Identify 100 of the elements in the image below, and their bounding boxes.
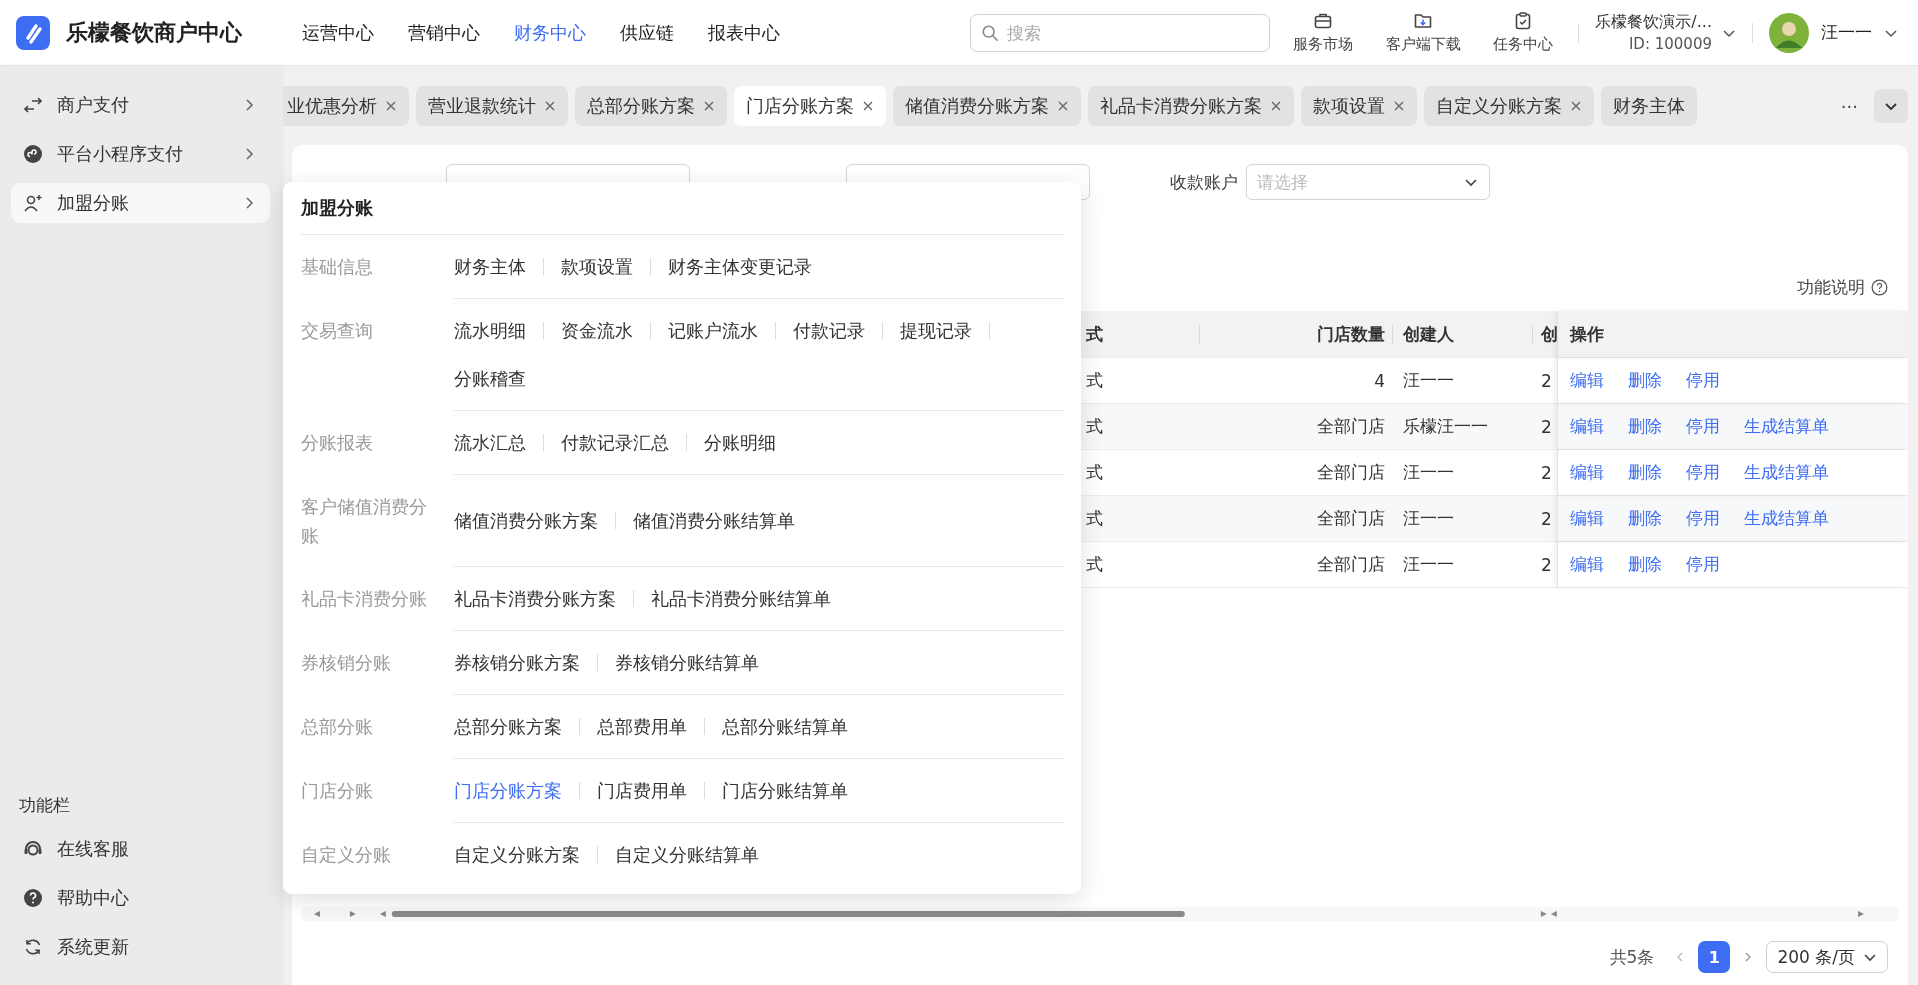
sidebar-item[interactable]: 平台小程序支付 [11, 134, 270, 174]
search-icon [981, 23, 1000, 42]
menu-link[interactable]: 分账明细 [704, 428, 776, 457]
menu-link[interactable]: 付款记录汇总 [561, 428, 669, 457]
nav-item[interactable]: 报表中心 [708, 20, 780, 45]
action-link[interactable]: 停用 [1686, 507, 1720, 530]
table-cell: 汪一一 [1403, 369, 1454, 392]
more-tabs-button[interactable]: ··· [1840, 95, 1858, 117]
menu-link[interactable]: 财务主体 [454, 252, 526, 281]
close-icon[interactable] [1057, 100, 1069, 112]
nav-item[interactable]: 供应链 [620, 20, 674, 45]
action-link[interactable]: 编辑 [1570, 461, 1604, 484]
menu-link[interactable]: 财务主体变更记录 [668, 252, 812, 281]
menu-link[interactable]: 券核销分账结算单 [615, 648, 759, 677]
table-cell: 汪一一 [1403, 553, 1454, 576]
action-link[interactable]: 编辑 [1570, 507, 1604, 530]
menu-group-label: 客户储值消费分账 [301, 495, 428, 548]
menu-link[interactable]: 券核销分账方案 [454, 648, 580, 677]
menu-link[interactable]: 总部费用单 [597, 712, 687, 741]
action-link[interactable]: 删除 [1628, 553, 1662, 576]
tab[interactable]: 款项设置 [1301, 86, 1417, 126]
action-link[interactable]: 删除 [1628, 461, 1662, 484]
menu-link[interactable]: 款项设置 [561, 252, 633, 281]
tab[interactable]: 门店分账方案 [734, 86, 886, 126]
menu-link[interactable]: 总部分账方案 [454, 712, 562, 741]
tool-button[interactable]: 客户端下载 [1384, 11, 1463, 54]
action-link[interactable]: 删除 [1628, 507, 1662, 530]
menu-link[interactable]: 储值消费分账方案 [454, 506, 598, 535]
menu-link[interactable]: 门店分账结算单 [722, 776, 848, 805]
action-link[interactable]: 停用 [1686, 461, 1720, 484]
tab[interactable]: 礼品卡消费分账方案 [1088, 86, 1294, 126]
close-icon[interactable] [544, 100, 556, 112]
action-link[interactable]: 删除 [1628, 415, 1662, 438]
menu-link[interactable]: 流水明细 [454, 316, 526, 345]
table-cell: 全部门店 [1317, 553, 1385, 576]
action-link[interactable]: 停用 [1686, 415, 1720, 438]
menu-link[interactable]: 礼品卡消费分账结算单 [651, 584, 831, 613]
tab[interactable]: 业优惠分析 [283, 86, 409, 126]
page-size-select[interactable]: 200 条/页 [1766, 941, 1888, 973]
sidebar-item[interactable]: 帮助中心 [11, 878, 270, 918]
account-switcher[interactable]: 乐檬餐饮演示/... ID: 100009 [1595, 10, 1736, 55]
menu-link[interactable]: 门店分账方案 [454, 776, 562, 805]
tab[interactable]: 总部分账方案 [575, 86, 727, 126]
menu-link[interactable]: 流水汇总 [454, 428, 526, 457]
action-link[interactable]: 停用 [1686, 369, 1720, 392]
menu-link[interactable]: 自定义分账结算单 [615, 840, 759, 869]
nav-item[interactable]: 财务中心 [514, 20, 586, 45]
table-cell: 2 [1541, 462, 1552, 483]
action-link[interactable]: 生成结算单 [1744, 415, 1829, 438]
sidebar-item[interactable]: 在线客服 [11, 829, 270, 869]
sidebar-item[interactable]: 商户支付 [11, 85, 270, 125]
filter-label: 收款账户 [1170, 171, 1238, 192]
table-cell: 汪一一 [1403, 461, 1454, 484]
tab[interactable]: 财务主体 [1601, 86, 1697, 126]
help-link[interactable]: 功能说明 [1797, 275, 1865, 299]
tab[interactable]: 自定义分账方案 [1424, 86, 1594, 126]
menu-link[interactable]: 总部分账结算单 [722, 712, 848, 741]
tab-list-button[interactable] [1874, 89, 1908, 123]
exchange-icon [23, 95, 43, 115]
page-button[interactable]: 1 [1698, 941, 1731, 973]
table-cell: 式 [1086, 369, 1103, 392]
tool-button[interactable]: 任务中心 [1484, 11, 1563, 54]
close-icon[interactable] [703, 100, 715, 112]
action-link[interactable]: 生成结算单 [1744, 461, 1829, 484]
action-link[interactable]: 生成结算单 [1744, 507, 1829, 530]
menu-link[interactable]: 自定义分账方案 [454, 840, 580, 869]
menu-link[interactable]: 资金流水 [561, 316, 633, 345]
close-icon[interactable] [1570, 100, 1582, 112]
action-link[interactable]: 编辑 [1570, 553, 1604, 576]
table-cell: 式 [1086, 415, 1103, 438]
tab[interactable]: 储值消费分账方案 [893, 86, 1081, 126]
action-link[interactable]: 停用 [1686, 553, 1720, 576]
table-cell: 2 [1541, 370, 1552, 391]
action-link[interactable]: 编辑 [1570, 415, 1604, 438]
close-icon[interactable] [862, 100, 874, 112]
user-name[interactable]: 汪一一 [1821, 21, 1872, 44]
menu-link[interactable]: 门店费用单 [597, 776, 687, 805]
menu-link[interactable]: 分账稽查 [454, 364, 526, 393]
close-icon[interactable] [385, 100, 397, 112]
search-field[interactable]: 搜索 [970, 13, 1271, 52]
nav-item[interactable]: 营销中心 [408, 20, 480, 45]
action-link[interactable]: 编辑 [1570, 369, 1604, 392]
tab[interactable]: 营业退款统计 [416, 86, 568, 126]
menu-link[interactable]: 礼品卡消费分账方案 [454, 584, 616, 613]
tool-button[interactable]: 服务市场 [1284, 11, 1363, 54]
menu-link[interactable]: 提现记录 [900, 316, 972, 345]
menu-link[interactable]: 储值消费分账结算单 [633, 506, 795, 535]
column-header: 门店数量 [1317, 322, 1385, 346]
sidebar-item[interactable]: 加盟分账 [11, 183, 270, 223]
action-link[interactable]: 删除 [1628, 369, 1662, 392]
help-icon[interactable] [1871, 278, 1888, 296]
menu-link[interactable]: 记账户流水 [668, 316, 758, 345]
close-icon[interactable] [1270, 100, 1282, 112]
horizontal-scrollbar[interactable] [302, 907, 1898, 921]
column-header: 操作 [1570, 322, 1604, 346]
sidebar-item[interactable]: 系统更新 [11, 927, 270, 967]
avatar[interactable] [1769, 12, 1809, 53]
menu-link[interactable]: 付款记录 [793, 316, 865, 345]
close-icon[interactable] [1393, 100, 1405, 112]
nav-item[interactable]: 运营中心 [302, 20, 374, 45]
